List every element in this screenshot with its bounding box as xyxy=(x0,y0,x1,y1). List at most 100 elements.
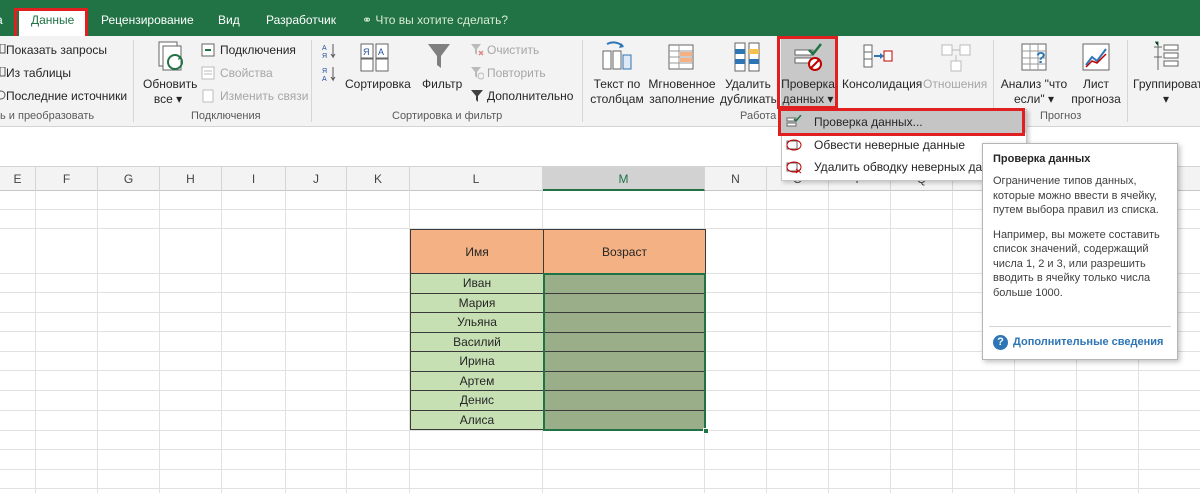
flash-fill-icon xyxy=(668,44,694,70)
tooltip-example: Например, вы можете составить список зна… xyxy=(993,228,1160,299)
properties-button[interactable]: Свойства xyxy=(220,66,273,81)
forecast-sheet-label-2: прогноза xyxy=(1071,92,1121,106)
name-cell[interactable]: Ирина xyxy=(410,351,544,372)
menu-item-data-validation[interactable]: Проверка данных... xyxy=(782,111,1026,133)
column-header-m[interactable]: M xyxy=(543,167,705,191)
tab-view[interactable]: Вид xyxy=(218,13,240,27)
flash-fill-button[interactable]: Мгновенное xyxy=(647,77,717,92)
age-cell[interactable] xyxy=(543,351,706,372)
lightbulb-icon: ⚭ xyxy=(362,13,373,27)
clear-button[interactable]: Очистить xyxy=(487,43,539,58)
table-row: Алиса xyxy=(410,409,706,430)
tell-me-box[interactable]: ⚭ Что вы хотите сделать? xyxy=(362,13,508,27)
forecast-sheet-icon xyxy=(1082,43,1110,71)
age-cell[interactable] xyxy=(543,370,706,391)
group-dropdown-arrow[interactable]: ▾ xyxy=(1163,92,1169,107)
name-cell[interactable]: Василий xyxy=(410,331,544,352)
svg-text:Я: Я xyxy=(322,68,327,75)
edit-links-icon xyxy=(202,89,214,103)
reapply-icon xyxy=(471,67,484,80)
relationships-button[interactable]: Отношения xyxy=(923,77,987,92)
column-header-g[interactable]: G xyxy=(98,167,160,191)
separator xyxy=(311,40,312,122)
age-cell[interactable] xyxy=(543,292,706,313)
remove-duplicates-icon xyxy=(734,42,760,72)
refresh-all-icon xyxy=(158,41,183,71)
column-header-l[interactable]: L xyxy=(410,167,543,191)
clear-circles-icon xyxy=(786,161,802,174)
sort-button[interactable]: Сортировка xyxy=(345,77,411,92)
table-row: Денис xyxy=(410,390,706,411)
from-table-button[interactable]: Из таблицы xyxy=(6,66,71,81)
header-cell-age[interactable]: Возраст xyxy=(543,229,706,274)
separator xyxy=(582,40,583,122)
sort-za-icon: ЯA xyxy=(322,67,336,82)
ribbon-tab-bar: а Данные Рецензирование Вид Разработчик … xyxy=(0,0,1200,36)
svg-text:A: A xyxy=(378,47,384,57)
age-cell[interactable] xyxy=(543,273,706,294)
name-cell[interactable]: Иван xyxy=(410,273,544,294)
what-if-icon: ? xyxy=(1021,43,1047,71)
group-button[interactable]: Группировать xyxy=(1133,77,1200,92)
name-cell[interactable]: Ульяна xyxy=(410,312,544,333)
age-cell[interactable] xyxy=(543,331,706,352)
data-validation-small-icon xyxy=(786,115,802,127)
tab-cut-off[interactable]: а xyxy=(0,13,3,27)
age-cell[interactable] xyxy=(543,390,706,411)
group-label-data-tools: Работа xyxy=(740,110,777,122)
what-if-button[interactable]: Анализ "что xyxy=(996,77,1072,92)
group-label-sort-filter: Сортировка и фильтр xyxy=(392,110,503,122)
text-to-columns-button[interactable]: Текст по xyxy=(590,77,644,92)
table-row: Иван xyxy=(410,273,706,294)
reapply-button[interactable]: Повторить xyxy=(487,66,546,81)
table-row: Ирина xyxy=(410,351,706,372)
tab-developer[interactable]: Разработчик xyxy=(266,13,336,27)
name-cell[interactable]: Артем xyxy=(410,370,544,391)
column-header-e[interactable]: E xyxy=(0,167,36,191)
age-cell[interactable] xyxy=(543,312,706,333)
tab-data[interactable]: Данные xyxy=(19,8,87,36)
forecast-sheet-button[interactable]: Лист xyxy=(1070,77,1122,92)
column-header-k[interactable]: K xyxy=(347,167,410,191)
remove-duplicates-button[interactable]: Удалить xyxy=(720,77,776,92)
remove-duplicates-label-2: дубликаты xyxy=(720,92,780,106)
column-header-i[interactable]: I xyxy=(222,167,286,191)
name-cell[interactable]: Мария xyxy=(410,292,544,313)
tooltip-more-info-link[interactable]: ? Дополнительные сведения xyxy=(993,335,1163,350)
header-cell-name[interactable]: Имя xyxy=(410,229,544,274)
connections-button[interactable]: Подключения xyxy=(220,43,296,58)
column-header-h[interactable]: H xyxy=(160,167,222,191)
filter-button[interactable]: Фильтр xyxy=(422,77,462,92)
svg-text:A: A xyxy=(322,45,327,52)
data-validation-label-2: данных ▾ xyxy=(782,92,834,106)
filter-funnel-icon xyxy=(428,44,450,68)
column-header-n[interactable]: N xyxy=(705,167,767,191)
data-validation-button[interactable]: Проверка xyxy=(781,77,835,92)
fill-handle[interactable] xyxy=(703,428,709,434)
group-label-forecast: Прогноз xyxy=(1040,110,1082,122)
group-label-get-transform: ь и преобразовать xyxy=(0,110,95,122)
svg-text:Я: Я xyxy=(322,53,327,59)
flash-fill-label-2: заполнение xyxy=(649,92,715,106)
show-queries-button[interactable]: Показать запросы xyxy=(6,43,107,58)
table-row: Мария xyxy=(410,292,706,313)
refresh-all-button[interactable]: Обновить xyxy=(143,77,197,92)
advanced-button[interactable]: Дополнительно xyxy=(487,89,573,104)
edit-links-button[interactable]: Изменить связи xyxy=(220,89,308,104)
column-header-f[interactable]: F xyxy=(36,167,98,191)
tab-review[interactable]: Рецензирование xyxy=(101,13,194,27)
recent-sources-button[interactable]: Последние источники xyxy=(6,89,127,104)
sort-az-icon: AЯ xyxy=(322,44,336,59)
tooltip-divider xyxy=(989,326,1171,327)
name-cell[interactable]: Алиса xyxy=(410,409,544,430)
help-icon: ? xyxy=(993,335,1008,350)
name-cell[interactable]: Денис xyxy=(410,390,544,411)
separator xyxy=(1127,40,1128,122)
age-cell[interactable] xyxy=(543,409,706,430)
group-label-connections: Подключения xyxy=(191,110,261,122)
consolidate-button[interactable]: Консолидация xyxy=(842,77,922,92)
properties-icon xyxy=(201,66,215,80)
table-row: Василий xyxy=(410,331,706,352)
column-header-j[interactable]: J xyxy=(286,167,347,191)
connections-icon xyxy=(201,43,215,57)
